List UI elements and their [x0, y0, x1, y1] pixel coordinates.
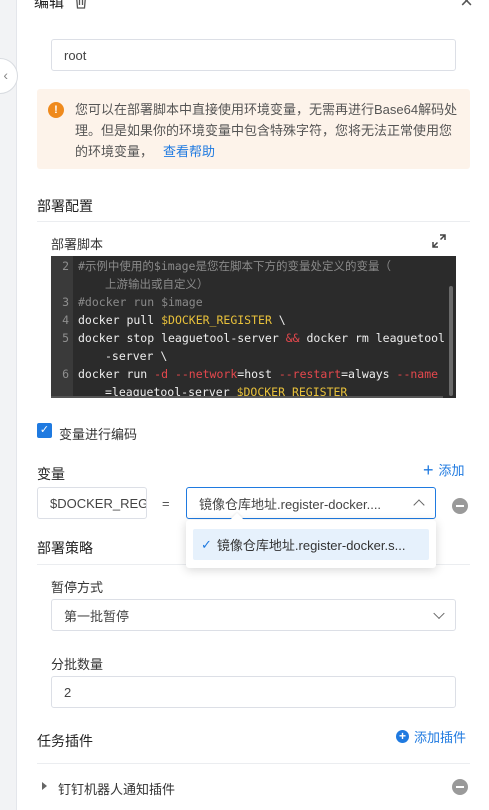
dropdown-option-label: 镜像仓库地址.register-docker.s... — [216, 538, 406, 553]
variable-name-value: $DOCKER_REGISTER — [50, 495, 146, 511]
pause-select[interactable]: 第一批暂停 — [51, 599, 456, 631]
add-plugin-button[interactable]: + 添加插件 — [396, 727, 466, 746]
alert-message: 您可以在部署脚本中直接使用环境变量，无需再进行Base64解码处理。但是如果你的… — [75, 99, 459, 162]
dropdown-option[interactable]: ✓ 镜像仓库地址.register-docker.s... — [193, 529, 429, 560]
add-variable-label: 添加 — [438, 463, 465, 478]
variable-name-input[interactable]: $DOCKER_REGISTER — [37, 487, 147, 519]
script-label: 部署脚本 — [51, 237, 104, 252]
code-line: -server \ — [105, 349, 168, 363]
divider — [37, 763, 470, 764]
code-line: 2 #示例中使用的$image是您在脚本下方的变量处定义的变量（ — [62, 259, 391, 273]
code-line: 上游输出或自定义） — [105, 277, 209, 291]
trash-icon[interactable] — [74, 0, 88, 9]
remove-variable-icon[interactable] — [452, 498, 468, 514]
equals-sign: = — [162, 496, 170, 511]
close-icon[interactable]: × — [460, 0, 473, 12]
deploy-config-title: 部署配置 — [37, 198, 93, 214]
variable-value-dropdown: ✓ 镜像仓库地址.register-docker.s... — [186, 512, 436, 568]
pause-value: 第一批暂停 — [64, 608, 130, 624]
code-line: 6 docker run -d --network=host --restart=… — [62, 367, 439, 381]
help-link[interactable]: 查看帮助 — [163, 144, 215, 159]
env-var-alert: ! 您可以在部署脚本中直接使用环境变量，无需再进行Base64解码处理。但是如果… — [37, 89, 470, 169]
batch-label: 分批数量 — [51, 657, 104, 672]
code-text-docker-run: docker run -d --network=host --restart=a… — [78, 367, 439, 381]
caret-right-icon[interactable] — [42, 782, 47, 790]
code-line: 3 #docker run $image — [62, 295, 203, 309]
variable-value-selected: 镜像仓库地址.register-docker.... — [199, 496, 382, 512]
remove-plugin-icon[interactable] — [452, 779, 468, 795]
drawer-title: 编辑 — [34, 0, 65, 11]
chevron-left-icon: ‹ — [3, 67, 8, 83]
chevron-up-icon — [413, 499, 425, 511]
top-input-value: root — [64, 47, 87, 63]
alert-text: 您可以在部署脚本中直接使用环境变量，无需再进行Base64解码处理。但是如果你的… — [75, 102, 458, 159]
divider — [37, 221, 470, 222]
code-scrollbar[interactable] — [449, 286, 453, 396]
variables-title: 变量 — [37, 466, 65, 482]
plugin-item-label[interactable]: 钉钉机器人通知插件 — [58, 779, 175, 798]
warning-icon: ! — [48, 102, 64, 118]
variable-value-select[interactable]: 镜像仓库地址.register-docker.... — [186, 487, 436, 519]
drawer-header: 编辑 — [34, 0, 88, 12]
pause-label: 暂停方式 — [51, 580, 104, 595]
add-variable-button[interactable]: + 添加 — [423, 460, 465, 479]
encode-checkbox[interactable]: ✓ — [37, 423, 52, 438]
code-line: 5 docker stop leaguetool-server && docker… — [62, 331, 445, 345]
plugins-title: 任务插件 — [37, 733, 93, 749]
plus-circle-icon: + — [396, 730, 409, 743]
batch-value: 2 — [64, 684, 72, 700]
code-text-docker-pull: docker pull $DOCKER_REGISTER \ — [78, 313, 286, 327]
code-hscrollbar[interactable] — [51, 396, 443, 398]
encode-checkbox-label: 变量进行编码 — [59, 427, 138, 442]
expand-icon[interactable] — [432, 234, 446, 248]
plus-icon: + — [423, 459, 434, 480]
top-input[interactable]: root — [51, 39, 456, 71]
collapse-toggle-button[interactable]: ‹ — [0, 58, 18, 94]
batch-input[interactable]: 2 — [51, 676, 456, 708]
check-icon: ✓ — [201, 536, 212, 552]
strategy-title: 部署策略 — [37, 540, 93, 556]
script-editor[interactable]: 2 #示例中使用的$image是您在脚本下方的变量处定义的变量（ 上游输出或自定义… — [51, 256, 456, 398]
code-line: 4 docker pull $DOCKER_REGISTER \ — [62, 313, 286, 327]
left-rail: ‹ — [0, 0, 18, 810]
code-text-docker-stop: docker stop leaguetool-server && docker … — [78, 331, 445, 345]
chevron-down-icon — [433, 607, 445, 620]
add-plugin-label: 添加插件 — [414, 730, 467, 745]
